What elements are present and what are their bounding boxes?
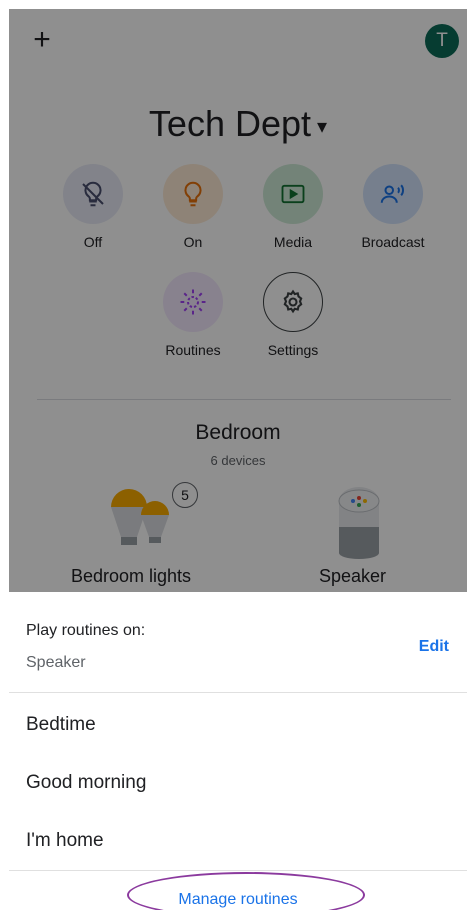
divider [9, 870, 467, 871]
device-label: Bedroom lights [71, 566, 192, 586]
chip-label: Routines [165, 342, 221, 358]
speaker-icon [338, 487, 380, 559]
room-device-count: 6 devices [210, 453, 266, 468]
add-button[interactable]: + [29, 25, 55, 55]
edit-button[interactable]: Edit [419, 638, 449, 656]
caret-down-icon: ▾ [317, 115, 328, 138]
home-selector[interactable]: Tech Dept ▾ [9, 103, 467, 145]
routine-item[interactable]: Good morning [26, 772, 146, 794]
chip-routines[interactable]: Routines [147, 272, 239, 358]
chip-media[interactable]: Media [247, 164, 339, 250]
home-name: Tech Dept [148, 103, 312, 144]
device-count-badge: 5 [172, 482, 198, 508]
sheet-title: Play routines on: [26, 622, 146, 639]
chip-label: Media [273, 234, 313, 250]
chip-label: On [183, 234, 203, 250]
routine-item[interactable]: Bedtime [26, 714, 96, 736]
avatar[interactable]: T [425, 24, 459, 58]
chip-on[interactable]: On [147, 164, 239, 250]
divider [37, 399, 451, 400]
selected-speaker: Speaker [26, 654, 86, 671]
gear-icon [263, 272, 323, 332]
chip-label: Broadcast [361, 234, 425, 250]
chip-settings[interactable]: Settings [247, 272, 339, 358]
app-frame: + T Tech Dept ▾ Off On Media Broadcast R… [9, 9, 467, 910]
device-label: Speaker [319, 566, 387, 586]
chip-label: Settings [267, 342, 319, 358]
bulb-off-icon [63, 164, 123, 224]
room-title: Bedroom [195, 421, 281, 444]
chip-label: Off [83, 234, 103, 250]
routine-item[interactable]: I'm home [26, 830, 104, 852]
home-screen: + T Tech Dept ▾ Off On Media Broadcast R… [9, 9, 467, 592]
routines-icon [163, 272, 223, 332]
bulb-on-icon [163, 164, 223, 224]
divider [9, 692, 467, 693]
play-icon [263, 164, 323, 224]
routines-sheet: Play routines on: Speaker Edit Bedtime G… [9, 592, 467, 910]
broadcast-icon [363, 164, 423, 224]
chip-broadcast[interactable]: Broadcast [347, 164, 439, 250]
manage-routines-button[interactable]: Manage routines [9, 891, 467, 909]
chip-off[interactable]: Off [47, 164, 139, 250]
